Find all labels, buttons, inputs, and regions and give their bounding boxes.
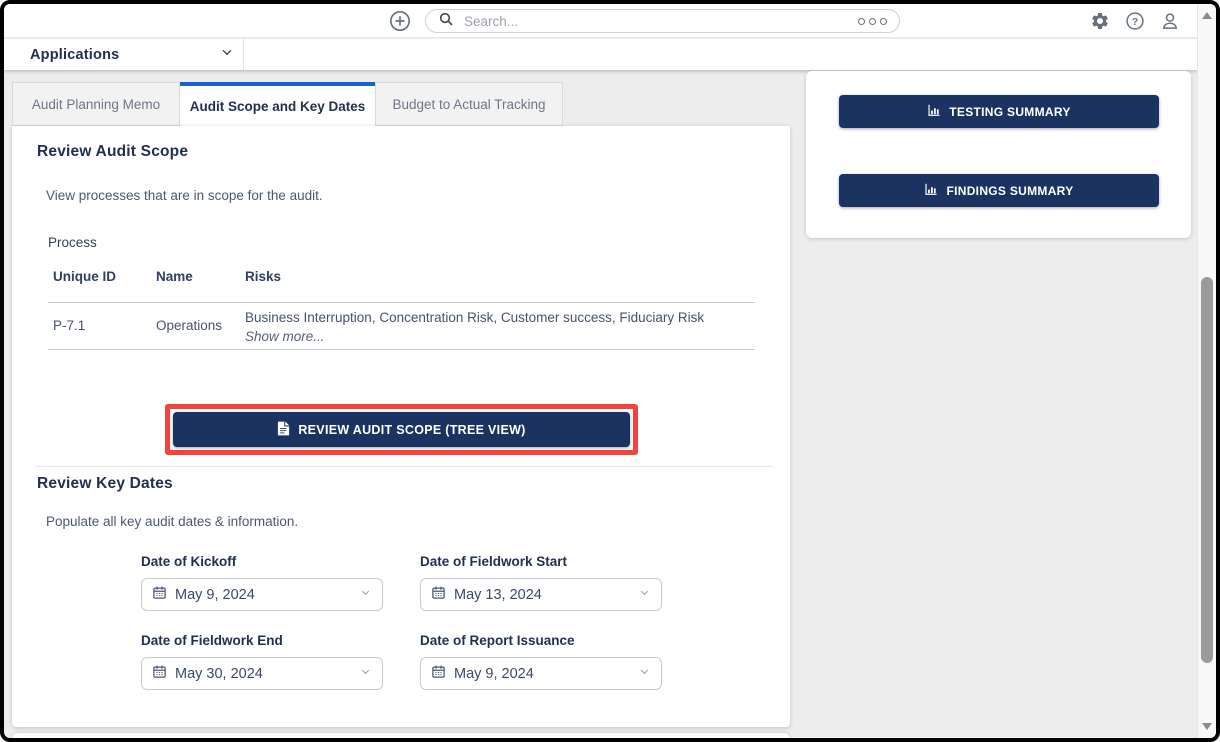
date-of-kickoff-select[interactable]: May 9, 2024 [141, 578, 383, 611]
date-of-kickoff-label: Date of Kickoff [141, 554, 237, 569]
chevron-down-icon [219, 44, 235, 65]
user-icon[interactable] [1160, 11, 1180, 31]
settings-icon[interactable] [1090, 11, 1110, 31]
appbar: Applications [4, 39, 1197, 70]
chevron-down-icon [638, 586, 651, 604]
bar-chart-icon [924, 182, 938, 199]
chevron-down-icon [638, 665, 651, 683]
scroll-down-arrow[interactable] [1202, 723, 1212, 730]
date-of-report-issuance-label: Date of Report Issuance [420, 633, 575, 648]
applications-dropdown-label: Applications [30, 46, 120, 63]
column-header-name: Name [156, 269, 193, 284]
date-of-fieldwork-end-select[interactable]: May 30, 2024 [141, 657, 383, 690]
date-of-fieldwork-start-label: Date of Fieldwork Start [420, 554, 568, 569]
tab-budget-to-actual-tracking[interactable]: Budget to Actual Tracking [375, 82, 563, 126]
column-header-unique-id: Unique ID [53, 269, 116, 284]
search-bar[interactable] [425, 9, 900, 33]
cell-name: Operations [156, 318, 223, 333]
svg-text:?: ? [1132, 17, 1138, 28]
table-header-divider [48, 302, 755, 303]
help-icon[interactable]: ? [1125, 11, 1145, 31]
bar-chart-icon [927, 103, 941, 120]
date-of-fieldwork-end-label: Date of Fieldwork End [141, 633, 283, 648]
section-divider [36, 466, 773, 467]
show-more-link[interactable]: Show more... [245, 329, 325, 344]
process-table-label: Process [48, 235, 97, 250]
app-window: ? Applications Audit Planning Memo Audit… [0, 0, 1220, 742]
chevron-down-icon [359, 586, 372, 604]
date-of-kickoff-value: May 9, 2024 [175, 586, 255, 603]
next-card-peek [12, 733, 790, 738]
calendar-icon [152, 664, 167, 684]
cell-unique-id: P-7.1 [53, 318, 86, 333]
chevron-down-icon [359, 665, 372, 683]
date-of-fieldwork-end-value: May 30, 2024 [175, 665, 263, 682]
tab-bar: Audit Planning Memo Audit Scope and Key … [12, 82, 563, 126]
scope-section-title: Review Audit Scope [37, 143, 189, 160]
scroll-up-arrow[interactable] [1202, 12, 1212, 19]
table-row-divider [48, 349, 755, 350]
search-input[interactable] [462, 12, 858, 30]
testing-summary-label: TESTING SUMMARY [949, 104, 1071, 119]
review-audit-scope-tree-view-button[interactable]: REVIEW AUDIT SCOPE (TREE VIEW) [173, 412, 630, 447]
date-of-report-issuance-select[interactable]: May 9, 2024 [420, 657, 662, 690]
cell-risks: Business Interruption, Concentration Ris… [245, 310, 705, 325]
tab-audit-scope-and-key-dates[interactable]: Audit Scope and Key Dates [180, 82, 375, 126]
summary-panel: TESTING SUMMARY FINDINGS SUMMARY [806, 71, 1191, 238]
date-of-report-issuance-value: May 9, 2024 [454, 665, 534, 682]
more-options-icon[interactable] [858, 17, 887, 25]
tab-audit-planning-memo[interactable]: Audit Planning Memo [12, 82, 180, 126]
findings-summary-button[interactable]: FINDINGS SUMMARY [839, 174, 1159, 207]
key-dates-description: Populate all key audit dates & informati… [46, 514, 299, 529]
vertical-scrollbar[interactable] [1197, 4, 1216, 738]
key-dates-title: Review Key Dates [37, 475, 173, 492]
findings-summary-label: FINDINGS SUMMARY [946, 183, 1074, 198]
date-of-fieldwork-start-select[interactable]: May 13, 2024 [420, 578, 662, 611]
search-icon [438, 11, 454, 32]
add-icon [389, 11, 411, 36]
scope-section-description: View processes that are in scope for the… [46, 188, 323, 203]
topbar-icons: ? [1090, 11, 1180, 31]
scrollbar-thumb[interactable] [1201, 277, 1213, 663]
topbar: ? [4, 4, 1197, 38]
applications-dropdown[interactable]: Applications [30, 39, 235, 70]
calendar-icon [152, 585, 167, 605]
tree-view-button-label: REVIEW AUDIT SCOPE (TREE VIEW) [298, 422, 526, 437]
calendar-icon [431, 664, 446, 684]
testing-summary-button[interactable]: TESTING SUMMARY [839, 95, 1159, 128]
tab-panel: Review Audit Scope View processes that a… [12, 126, 790, 727]
calendar-icon [431, 585, 446, 605]
add-button[interactable] [389, 10, 411, 32]
appbar-divider [243, 39, 244, 70]
document-icon [277, 421, 290, 439]
annotation-highlight-box: REVIEW AUDIT SCOPE (TREE VIEW) [165, 404, 638, 455]
date-of-fieldwork-start-value: May 13, 2024 [454, 586, 542, 603]
column-header-risks: Risks [245, 269, 282, 284]
